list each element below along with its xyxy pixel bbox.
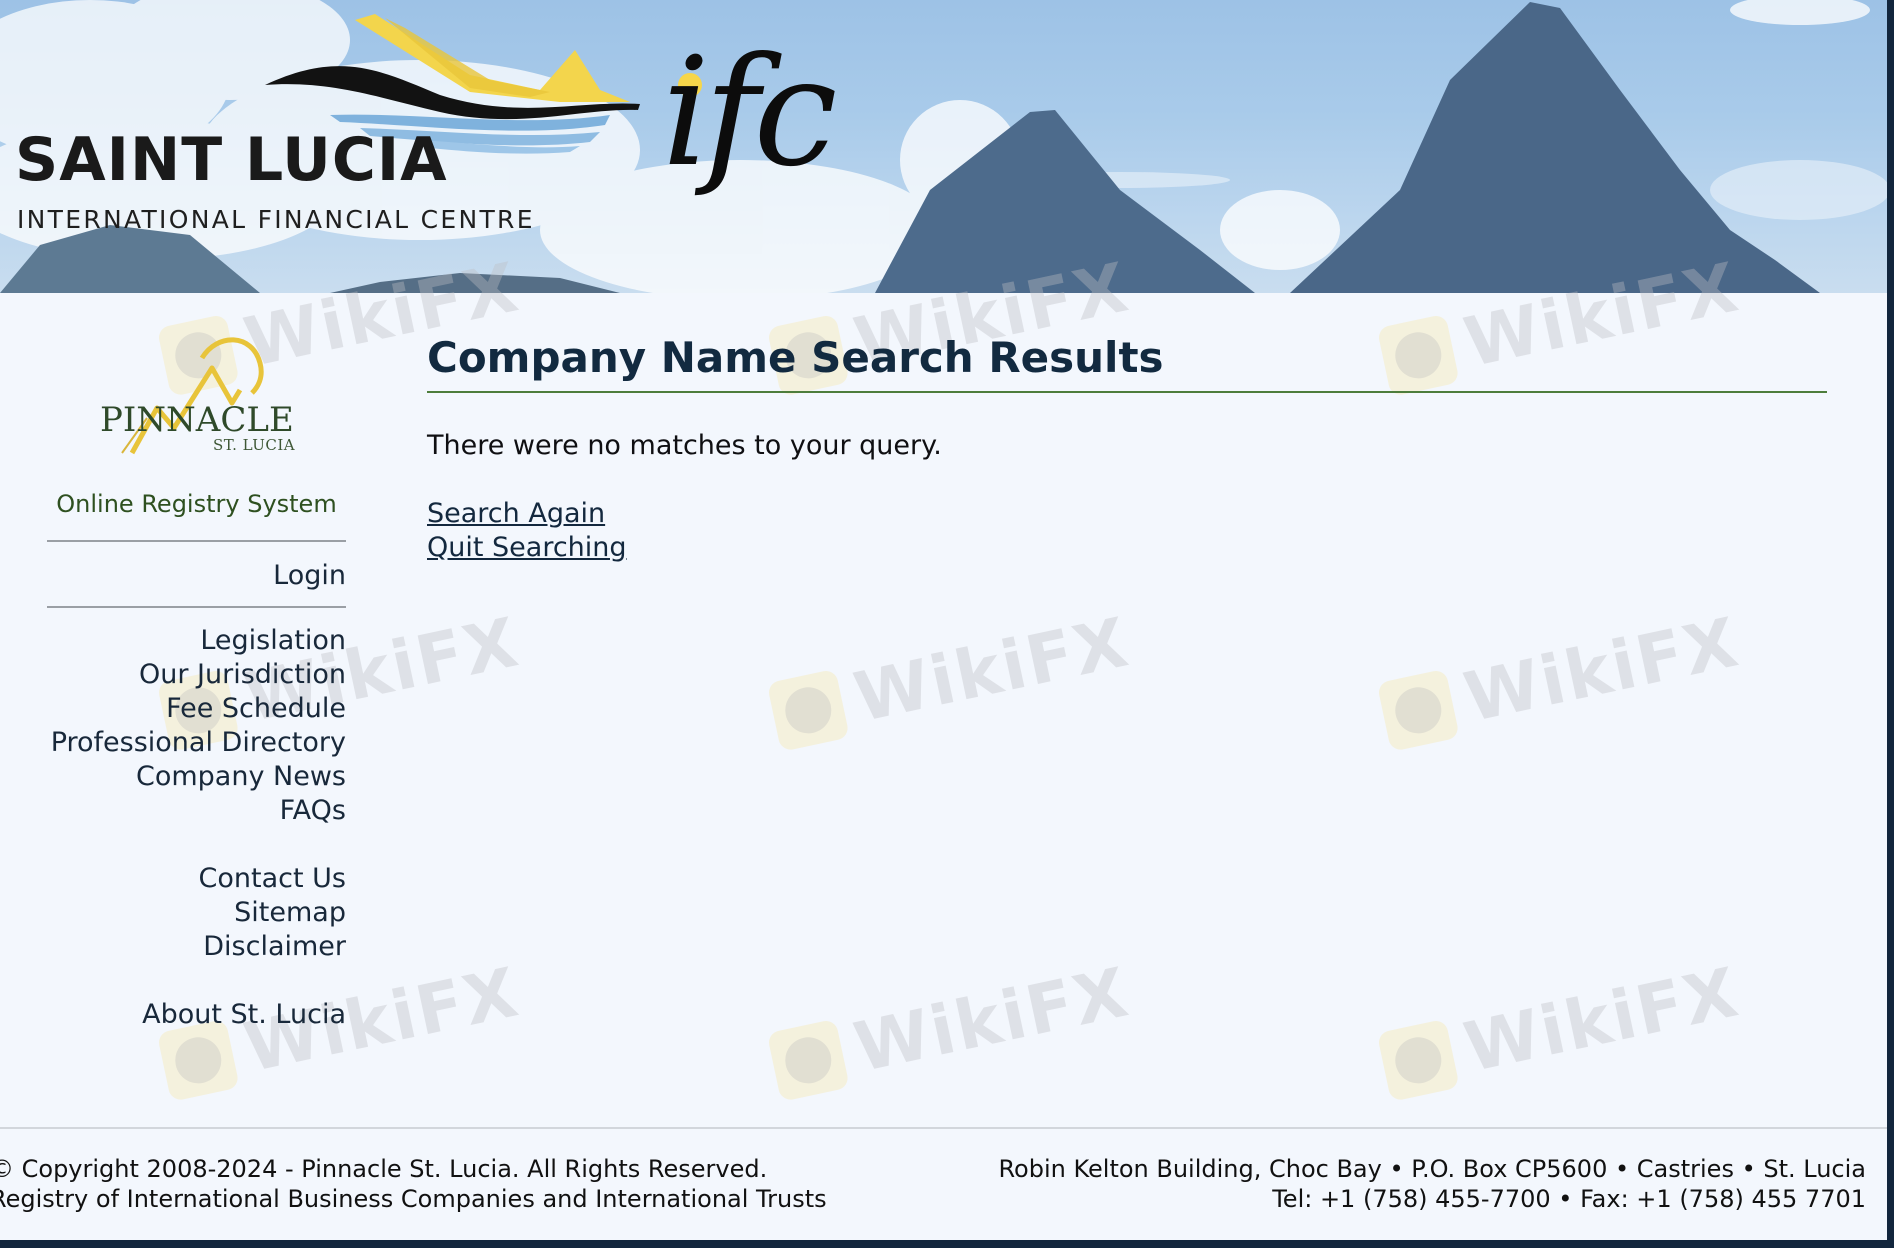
- watermark: WikiFX: [766, 953, 1136, 1105]
- sidebar-item-legislation[interactable]: Legislation: [51, 624, 346, 658]
- sidebar-item-disclaimer[interactable]: Disclaimer: [199, 930, 346, 964]
- watermark-logo-icon: [766, 1018, 850, 1102]
- brand-title: SAINT LUCIA: [15, 125, 448, 195]
- page-title: Company Name Search Results: [427, 333, 1164, 382]
- watermark: WikiFX: [1376, 603, 1746, 755]
- window-frame-right: [1887, 0, 1894, 1248]
- sidebar-item-fee-schedule[interactable]: Fee Schedule: [51, 692, 346, 726]
- footer-divider: [0, 1127, 1887, 1129]
- registry-text: Registry of International Business Compa…: [0, 1185, 827, 1213]
- footer-contact: Robin Kelton Building, Choc Bay • P.O. B…: [998, 1154, 1866, 1214]
- watermark: WikiFX: [766, 603, 1136, 755]
- no-results-message: There were no matches to your query.: [427, 430, 942, 461]
- title-divider: [427, 391, 1827, 393]
- sidebar-menu-secondary: Contact Us Sitemap Disclaimer: [199, 862, 346, 964]
- pinnacle-logo-name: PINNACLE: [100, 400, 294, 440]
- footer-copyright: © Copyright 2008-2024 - Pinnacle St. Luc…: [0, 1154, 827, 1214]
- watermark-logo-icon: [766, 668, 850, 752]
- watermark-logo-icon: [1376, 313, 1460, 397]
- header-banner: SAINT LUCIA INTERNATIONAL FINANCIAL CENT…: [0, 0, 1887, 293]
- sidebar-divider: [47, 540, 346, 542]
- sidebar-item-about-st-lucia[interactable]: About St. Lucia: [142, 998, 346, 1032]
- pinnacle-logo-subtitle: ST. LUCIA: [213, 436, 296, 454]
- watermark-logo-icon: [1376, 1018, 1460, 1102]
- sidebar-item-our-jurisdiction[interactable]: Our Jurisdiction: [51, 658, 346, 692]
- sidebar-item-professional-directory[interactable]: Professional Directory: [51, 726, 346, 760]
- quit-searching-link[interactable]: Quit Searching: [427, 531, 627, 565]
- system-name: Online Registry System: [56, 490, 337, 518]
- ifc-logo-mark: ifc: [662, 26, 837, 200]
- copyright-text: © Copyright 2008-2024 - Pinnacle St. Luc…: [0, 1155, 768, 1183]
- watermark: WikiFX: [1376, 953, 1746, 1105]
- sidebar-item-company-news[interactable]: Company News: [51, 760, 346, 794]
- watermark-logo-icon: [1376, 668, 1460, 752]
- sidebar-item-faqs[interactable]: FAQs: [51, 794, 346, 828]
- address-text: Robin Kelton Building, Choc Bay • P.O. B…: [998, 1155, 1866, 1183]
- sidebar-menu-primary: Legislation Our Jurisdiction Fee Schedul…: [51, 624, 346, 828]
- result-actions: Search Again Quit Searching: [427, 497, 627, 565]
- window-frame-bottom: [0, 1240, 1894, 1248]
- search-again-link[interactable]: Search Again: [427, 497, 627, 531]
- sidebar-divider: [47, 606, 346, 608]
- pinnacle-logo-link[interactable]: PINNACLE ST. LUCIA: [0, 293, 400, 473]
- phone-fax-text: Tel: +1 (758) 455-7700 • Fax: +1 (758) 4…: [1272, 1185, 1866, 1213]
- brand-subtitle: INTERNATIONAL FINANCIAL CENTRE: [17, 205, 535, 234]
- sidebar-item-sitemap[interactable]: Sitemap: [199, 896, 346, 930]
- login-link[interactable]: Login: [273, 559, 346, 593]
- sidebar-item-contact-us[interactable]: Contact Us: [199, 862, 346, 896]
- sidebar-menu-tertiary: About St. Lucia: [142, 998, 346, 1032]
